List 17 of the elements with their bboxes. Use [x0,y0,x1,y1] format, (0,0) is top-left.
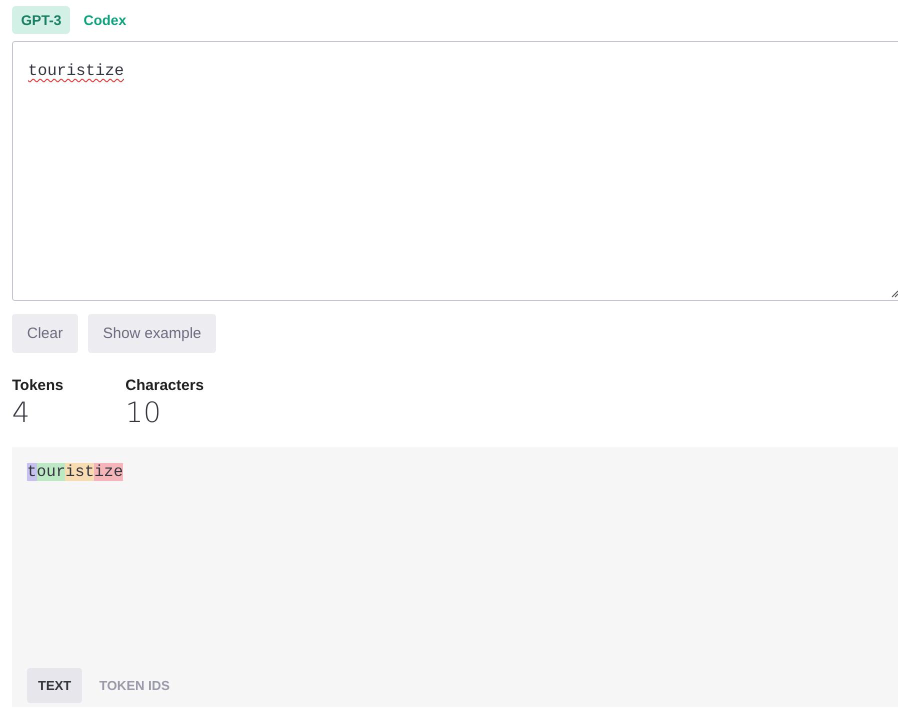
resize-handle-icon[interactable] [891,290,898,298]
stat-value: 10 [125,396,162,429]
token-highlight: t [27,463,37,481]
stat-value: 4 [12,396,31,429]
model-tab[interactable]: Codex [74,6,136,34]
action-button[interactable]: Show example [88,314,216,353]
view-tab[interactable]: TEXT [27,668,82,703]
action-button[interactable]: Clear [12,314,78,353]
view-tab[interactable]: TOKEN IDS [88,668,181,703]
model-tab[interactable]: GPT-3 [12,6,70,34]
stat-label: Tokens [12,377,64,394]
token-highlight: ize [94,463,124,481]
token-highlight: our [36,463,66,481]
token-highlight: ist [65,463,94,481]
input-text: touristize [28,62,124,80]
stat-label: Characters [125,377,204,394]
text-input-field[interactable]: touristize [12,41,898,301]
